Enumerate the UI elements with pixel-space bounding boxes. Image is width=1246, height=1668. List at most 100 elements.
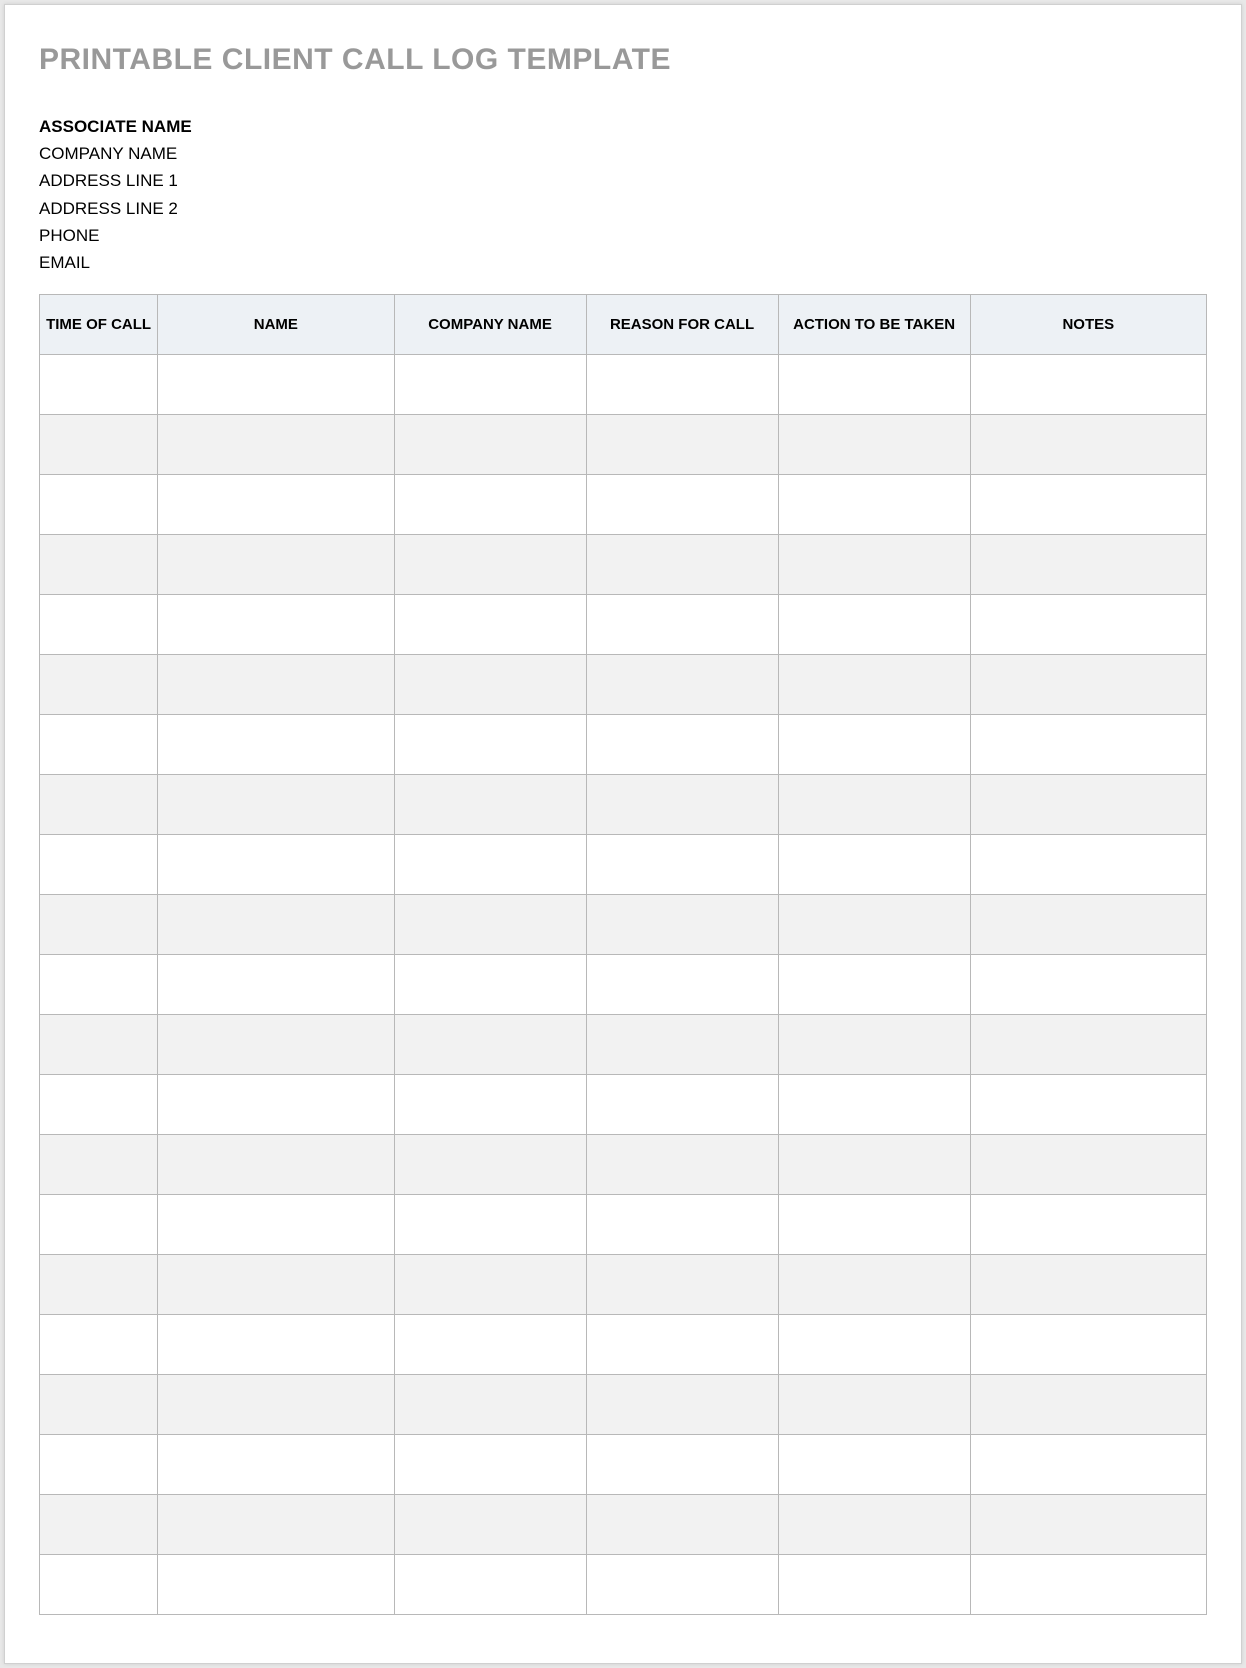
cell-action-to-be-taken <box>778 535 970 595</box>
cell-action-to-be-taken <box>778 1315 970 1375</box>
cell-company-name <box>394 1195 586 1255</box>
cell-action-to-be-taken <box>778 1495 970 1555</box>
cell-name <box>158 535 394 595</box>
cell-reason-for-call <box>586 1195 778 1255</box>
cell-company-name <box>394 655 586 715</box>
table-row <box>40 355 1207 415</box>
cell-reason-for-call <box>586 1015 778 1075</box>
cell-time-of-call <box>40 535 158 595</box>
cell-action-to-be-taken <box>778 355 970 415</box>
table-row <box>40 955 1207 1015</box>
cell-time-of-call <box>40 415 158 475</box>
cell-action-to-be-taken <box>778 955 970 1015</box>
cell-company-name <box>394 595 586 655</box>
cell-reason-for-call <box>586 1075 778 1135</box>
cell-reason-for-call <box>586 595 778 655</box>
cell-time-of-call <box>40 1255 158 1315</box>
cell-time-of-call <box>40 715 158 775</box>
table-row <box>40 1435 1207 1495</box>
page-title: PRINTABLE CLIENT CALL LOG TEMPLATE <box>39 43 1207 77</box>
phone-label: PHONE <box>39 222 1207 249</box>
cell-action-to-be-taken <box>778 715 970 775</box>
cell-name <box>158 1075 394 1135</box>
cell-time-of-call <box>40 475 158 535</box>
cell-time-of-call <box>40 895 158 955</box>
cell-action-to-be-taken <box>778 895 970 955</box>
cell-company-name <box>394 415 586 475</box>
cell-name <box>158 1315 394 1375</box>
cell-name <box>158 595 394 655</box>
cell-time-of-call <box>40 1195 158 1255</box>
cell-notes <box>970 355 1206 415</box>
cell-company-name <box>394 475 586 535</box>
cell-action-to-be-taken <box>778 415 970 475</box>
col-header-name: NAME <box>158 295 394 355</box>
cell-action-to-be-taken <box>778 1435 970 1495</box>
table-row <box>40 1255 1207 1315</box>
table-row <box>40 1195 1207 1255</box>
cell-company-name <box>394 1315 586 1375</box>
address-line-1-label: ADDRESS LINE 1 <box>39 167 1207 194</box>
cell-company-name <box>394 895 586 955</box>
cell-name <box>158 715 394 775</box>
cell-reason-for-call <box>586 1315 778 1375</box>
cell-company-name <box>394 1255 586 1315</box>
cell-name <box>158 835 394 895</box>
cell-company-name <box>394 1015 586 1075</box>
cell-name <box>158 1195 394 1255</box>
table-row <box>40 895 1207 955</box>
cell-company-name <box>394 1375 586 1435</box>
table-row <box>40 595 1207 655</box>
table-row <box>40 1135 1207 1195</box>
cell-company-name <box>394 835 586 895</box>
cell-time-of-call <box>40 1315 158 1375</box>
cell-reason-for-call <box>586 1495 778 1555</box>
cell-name <box>158 415 394 475</box>
company-name-label: COMPANY NAME <box>39 140 1207 167</box>
cell-notes <box>970 655 1206 715</box>
cell-reason-for-call <box>586 1255 778 1315</box>
cell-notes <box>970 1315 1206 1375</box>
document-page: PRINTABLE CLIENT CALL LOG TEMPLATE ASSOC… <box>4 4 1242 1664</box>
col-header-notes: NOTES <box>970 295 1206 355</box>
cell-notes <box>970 1195 1206 1255</box>
cell-name <box>158 475 394 535</box>
cell-notes <box>970 1375 1206 1435</box>
table-row <box>40 535 1207 595</box>
table-row <box>40 775 1207 835</box>
cell-time-of-call <box>40 835 158 895</box>
cell-reason-for-call <box>586 715 778 775</box>
cell-company-name <box>394 355 586 415</box>
cell-action-to-be-taken <box>778 1015 970 1075</box>
cell-notes <box>970 535 1206 595</box>
cell-reason-for-call <box>586 955 778 1015</box>
cell-notes <box>970 595 1206 655</box>
cell-time-of-call <box>40 1135 158 1195</box>
table-row <box>40 415 1207 475</box>
cell-time-of-call <box>40 595 158 655</box>
call-log-table: TIME OF CALL NAME COMPANY NAME REASON FO… <box>39 294 1207 1615</box>
cell-time-of-call <box>40 1495 158 1555</box>
cell-company-name <box>394 955 586 1015</box>
table-row <box>40 835 1207 895</box>
cell-name <box>158 1135 394 1195</box>
cell-notes <box>970 955 1206 1015</box>
cell-action-to-be-taken <box>778 655 970 715</box>
cell-time-of-call <box>40 1375 158 1435</box>
cell-name <box>158 655 394 715</box>
cell-name <box>158 1375 394 1435</box>
cell-company-name <box>394 1435 586 1495</box>
col-header-time-of-call: TIME OF CALL <box>40 295 158 355</box>
cell-company-name <box>394 1495 586 1555</box>
cell-reason-for-call <box>586 415 778 475</box>
cell-time-of-call <box>40 775 158 835</box>
cell-time-of-call <box>40 955 158 1015</box>
table-row <box>40 1495 1207 1555</box>
cell-notes <box>970 415 1206 475</box>
cell-action-to-be-taken <box>778 1135 970 1195</box>
table-row <box>40 475 1207 535</box>
col-header-company-name: COMPANY NAME <box>394 295 586 355</box>
cell-reason-for-call <box>586 1135 778 1195</box>
cell-name <box>158 1435 394 1495</box>
cell-time-of-call <box>40 1435 158 1495</box>
